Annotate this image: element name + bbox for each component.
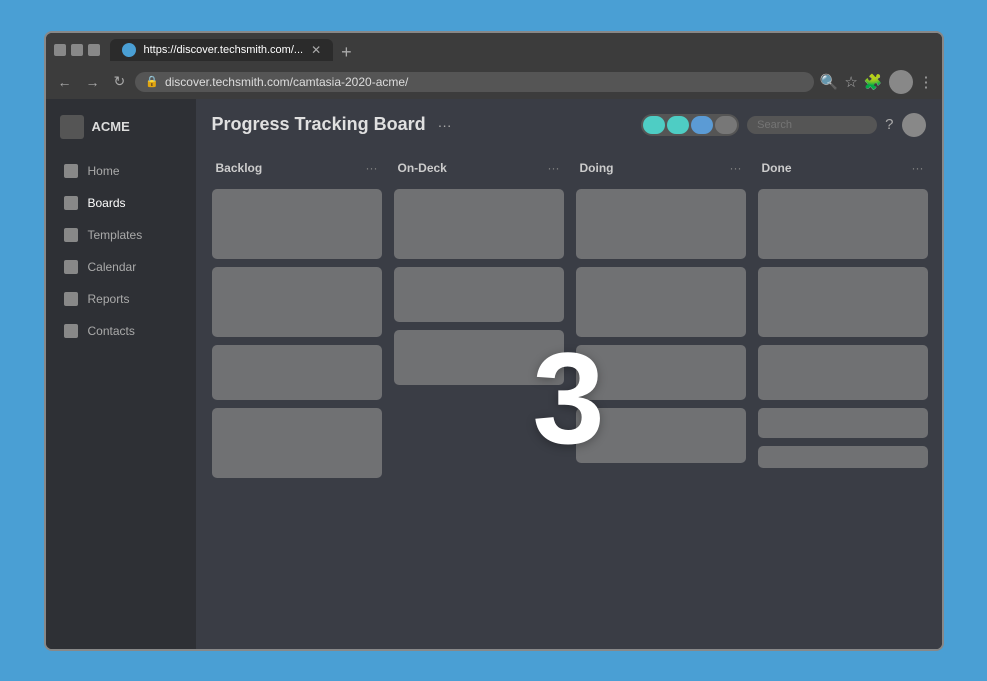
board-wrapper: Backlog ··· On-Deck ··· — [196, 147, 942, 649]
sidebar-item-boards[interactable]: Boards — [50, 188, 192, 218]
sidebar: ACME Home Boards Templates Calendar — [46, 99, 196, 649]
templates-icon — [64, 228, 78, 242]
sidebar-nav: Home Boards Templates Calendar Reports — [46, 155, 196, 347]
tab-favicon — [122, 43, 136, 57]
column-header-on-deck: On-Deck ··· — [394, 155, 564, 181]
sidebar-boards-label: Boards — [88, 196, 126, 210]
column-title-on-deck: On-Deck — [398, 161, 447, 175]
lock-icon: 🔒 — [145, 75, 159, 88]
search-icon[interactable]: 🔍 — [820, 73, 839, 91]
view-toggle-group — [641, 114, 739, 136]
browser-tab-active[interactable]: https://discover.techsmith.com/... ✕ — [110, 39, 334, 61]
sidebar-calendar-label: Calendar — [88, 260, 137, 274]
toggle-btn-4[interactable] — [715, 116, 737, 134]
main-content: Progress Tracking Board ··· ? — [196, 99, 942, 649]
browser-toolbar: ← → ↻ 🔒 discover.techsmith.com/camtasia-… — [46, 65, 942, 99]
address-bar[interactable]: 🔒 discover.techsmith.com/camtasia-2020-a… — [135, 72, 813, 92]
minimize-button[interactable] — [54, 44, 66, 56]
toggle-btn-1[interactable] — [643, 116, 665, 134]
column-doing: Doing ··· — [576, 155, 746, 633]
sidebar-logo: ACME — [46, 107, 196, 155]
forward-button[interactable]: → — [82, 72, 104, 92]
maximize-button[interactable] — [71, 44, 83, 56]
close-button[interactable] — [88, 44, 100, 56]
toggle-btn-2[interactable] — [667, 116, 689, 134]
column-title-done: Done — [762, 161, 792, 175]
column-dots-doing[interactable]: ··· — [730, 161, 742, 175]
column-header-doing: Doing ··· — [576, 155, 746, 181]
page-title: Progress Tracking Board — [212, 114, 426, 135]
browser-chrome: https://discover.techsmith.com/... ✕ + — [46, 33, 942, 65]
card[interactable] — [758, 408, 928, 438]
toolbar-right: 🔍 ☆ 🧩 ⋮ — [820, 70, 934, 94]
card[interactable] — [212, 267, 382, 337]
column-header-backlog: Backlog ··· — [212, 155, 382, 181]
user-avatar[interactable] — [889, 70, 913, 94]
column-title-backlog: Backlog — [216, 161, 263, 175]
sidebar-item-reports[interactable]: Reports — [50, 284, 192, 314]
home-icon — [64, 164, 78, 178]
card[interactable] — [576, 189, 746, 259]
contacts-icon — [64, 324, 78, 338]
new-tab-button[interactable]: + — [335, 43, 358, 61]
boards-icon — [64, 196, 78, 210]
card[interactable] — [576, 408, 746, 463]
card[interactable] — [758, 189, 928, 259]
logo-text: ACME — [92, 119, 130, 134]
header-right: ? — [641, 113, 925, 137]
window-controls — [54, 44, 100, 56]
tab-close-icon[interactable]: ✕ — [311, 43, 321, 57]
browser-window: https://discover.techsmith.com/... ✕ + ←… — [44, 31, 944, 651]
calendar-icon — [64, 260, 78, 274]
card[interactable] — [394, 267, 564, 322]
extension-icon[interactable]: 🧩 — [864, 73, 883, 91]
tab-label: https://discover.techsmith.com/... — [144, 44, 304, 56]
board-area: Backlog ··· On-Deck ··· — [196, 147, 942, 649]
column-dots-done[interactable]: ··· — [912, 161, 924, 175]
page-menu-dots[interactable]: ··· — [438, 117, 452, 133]
card[interactable] — [576, 267, 746, 337]
column-done: Done ··· — [758, 155, 928, 633]
sidebar-item-templates[interactable]: Templates — [50, 220, 192, 250]
header-search-input[interactable] — [747, 116, 877, 134]
sidebar-item-contacts[interactable]: Contacts — [50, 316, 192, 346]
browser-menu-icon[interactable]: ⋮ — [919, 73, 934, 91]
tab-bar: https://discover.techsmith.com/... ✕ + — [110, 39, 358, 61]
refresh-button[interactable]: ↻ — [110, 71, 130, 92]
card[interactable] — [758, 446, 928, 468]
column-on-deck: On-Deck ··· — [394, 155, 564, 633]
sidebar-contacts-label: Contacts — [88, 324, 135, 338]
card[interactable] — [394, 189, 564, 259]
sidebar-item-home[interactable]: Home — [50, 156, 192, 186]
card[interactable] — [758, 267, 928, 337]
sidebar-reports-label: Reports — [88, 292, 130, 306]
titlebar: https://discover.techsmith.com/... ✕ + — [54, 39, 934, 61]
help-button[interactable]: ? — [885, 116, 893, 133]
sidebar-item-calendar[interactable]: Calendar — [50, 252, 192, 282]
back-button[interactable]: ← — [54, 72, 76, 92]
app-container: ACME Home Boards Templates Calendar — [46, 99, 942, 649]
card[interactable] — [758, 345, 928, 400]
logo-icon — [60, 115, 84, 139]
card[interactable] — [212, 189, 382, 259]
page-header: Progress Tracking Board ··· ? — [196, 99, 942, 147]
toggle-btn-3[interactable] — [691, 116, 713, 134]
address-text: discover.techsmith.com/camtasia-2020-acm… — [165, 75, 408, 89]
sidebar-home-label: Home — [88, 164, 120, 178]
card[interactable] — [576, 345, 746, 400]
column-dots-on-deck[interactable]: ··· — [548, 161, 560, 175]
column-backlog: Backlog ··· — [212, 155, 382, 633]
column-header-done: Done ··· — [758, 155, 928, 181]
bookmark-star-icon[interactable]: ☆ — [844, 73, 857, 91]
card[interactable] — [394, 330, 564, 385]
sidebar-templates-label: Templates — [88, 228, 143, 242]
column-title-doing: Doing — [580, 161, 614, 175]
card[interactable] — [212, 408, 382, 478]
app-user-avatar[interactable] — [902, 113, 926, 137]
column-dots-backlog[interactable]: ··· — [366, 161, 378, 175]
card[interactable] — [212, 345, 382, 400]
reports-icon — [64, 292, 78, 306]
